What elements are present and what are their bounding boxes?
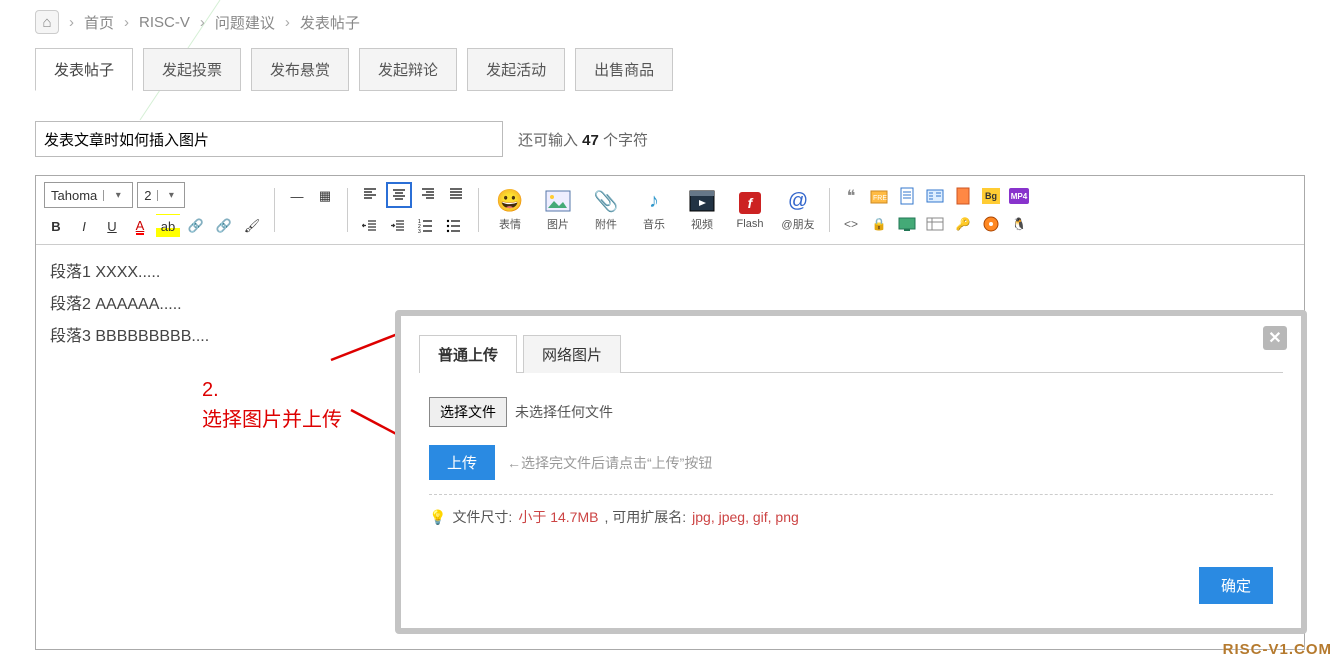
lock-button[interactable]: 🔒 — [868, 213, 890, 235]
music-button[interactable]: ♪音乐 — [633, 188, 675, 232]
image-upload-dialog: ✕ 普通上传 网络图片 选择文件 未选择任何文件 上传 ←选择完文件后请点击“上… — [395, 310, 1307, 634]
tab-sell[interactable]: 出售商品 — [575, 48, 673, 91]
underline-button[interactable]: U — [100, 214, 124, 238]
mp4-button[interactable]: MP4 — [1008, 185, 1030, 207]
breadcrumb-item: 发表帖子 — [300, 12, 360, 33]
font-family-select[interactable]: Tahoma▾ — [44, 182, 133, 208]
font-color-button[interactable]: A — [128, 214, 152, 238]
svg-text:FREE: FREE — [873, 195, 888, 202]
editor-toolbar: Tahoma▾ 2▾ B I U A ab 🔗 🔗 🖌 — — [36, 176, 1304, 245]
ordered-list-button[interactable]: 123 — [414, 214, 438, 238]
upload-hint-text: ←选择完文件后请点击“上传”按钮 — [507, 453, 712, 473]
index-button[interactable] — [924, 185, 946, 207]
qq-button[interactable]: 🐧 — [1008, 213, 1030, 235]
quote-button[interactable]: ❝ — [840, 185, 862, 207]
home-icon[interactable]: ⌂ — [35, 10, 59, 34]
breadcrumb-item[interactable]: 首页 — [84, 12, 114, 33]
align-justify-button[interactable] — [444, 182, 468, 206]
title-input[interactable] — [35, 121, 503, 157]
hr-button[interactable]: — — [285, 184, 309, 208]
ok-button[interactable]: 确定 — [1199, 567, 1273, 604]
tab-bounty[interactable]: 发布悬赏 — [251, 48, 349, 91]
tab-web-image[interactable]: 网络图片 — [523, 335, 621, 373]
key-button[interactable]: 🔑 — [952, 213, 974, 235]
doc-button[interactable] — [896, 185, 918, 207]
table-button[interactable]: ▦ — [313, 184, 337, 208]
file-status-text: 未选择任何文件 — [515, 402, 613, 422]
tab-local-upload[interactable]: 普通上传 — [419, 335, 517, 373]
align-left-button[interactable] — [358, 182, 382, 206]
bulb-icon: 💡 — [429, 509, 446, 526]
char-counter: 还可输入 47 个字符 — [518, 129, 648, 150]
dialog-tabs: 普通上传 网络图片 — [419, 334, 1283, 373]
align-center-button[interactable] — [386, 182, 412, 208]
attachment-button[interactable]: 📎附件 — [585, 188, 627, 232]
indent-button[interactable] — [386, 214, 410, 238]
italic-button[interactable]: I — [72, 214, 96, 238]
bold-button[interactable]: B — [44, 214, 68, 238]
post-type-tabs: 发表帖子 发起投票 发布悬赏 发起辩论 发起活动 出售商品 — [35, 48, 1305, 91]
file-size-hint: 💡 文件尺寸: 小于 14.7MB , 可用扩展名: jpg, jpeg, gi… — [429, 507, 1273, 527]
code-button[interactable]: <> — [840, 213, 862, 235]
tab-poll[interactable]: 发起投票 — [143, 48, 241, 91]
outdent-button[interactable] — [358, 214, 382, 238]
font-size-select[interactable]: 2▾ — [137, 182, 185, 208]
emoji-button[interactable]: 😀表情 — [489, 188, 531, 232]
free-button[interactable]: FREE — [868, 185, 890, 207]
unordered-list-button[interactable] — [442, 214, 466, 238]
flash-button[interactable]: fFlash — [729, 190, 771, 230]
orange-doc-button[interactable] — [952, 185, 974, 207]
choose-file-button[interactable]: 选择文件 — [429, 397, 507, 427]
disc-button[interactable] — [980, 213, 1002, 235]
bg-button[interactable]: Bg — [980, 185, 1002, 207]
tab-post[interactable]: 发表帖子 — [35, 48, 133, 91]
breadcrumb-item[interactable]: RISC-V — [139, 14, 190, 31]
tab-event[interactable]: 发起活动 — [467, 48, 565, 91]
watermark-text: RISC-V1.COM — [1223, 641, 1332, 658]
svg-text:3: 3 — [418, 229, 421, 234]
breadcrumb-item[interactable]: 问题建议 — [215, 12, 275, 33]
at-friend-button[interactable]: @@朋友 — [777, 188, 819, 232]
clear-format-button[interactable]: 🖌 — [240, 214, 264, 238]
close-icon[interactable]: ✕ — [1263, 326, 1287, 350]
annotation-text: 2. 选择图片并上传 — [202, 375, 342, 435]
screen-button[interactable] — [896, 213, 918, 235]
upload-button[interactable]: 上传 — [429, 445, 495, 480]
unlink-button[interactable]: 🔗 — [212, 214, 236, 238]
form-button[interactable] — [924, 213, 946, 235]
align-right-button[interactable] — [416, 182, 440, 206]
tab-debate[interactable]: 发起辩论 — [359, 48, 457, 91]
link-button[interactable]: 🔗 — [184, 214, 208, 238]
video-button[interactable]: 视频 — [681, 188, 723, 232]
image-button[interactable]: 图片 — [537, 188, 579, 232]
breadcrumb: ⌂ › 首页 › RISC-V › 问题建议 › 发表帖子 — [35, 10, 1305, 34]
paragraph-line: 段落1 XXXX..... — [50, 257, 1290, 289]
highlight-button[interactable]: ab — [156, 214, 180, 238]
breadcrumb-sep: › — [69, 14, 74, 31]
